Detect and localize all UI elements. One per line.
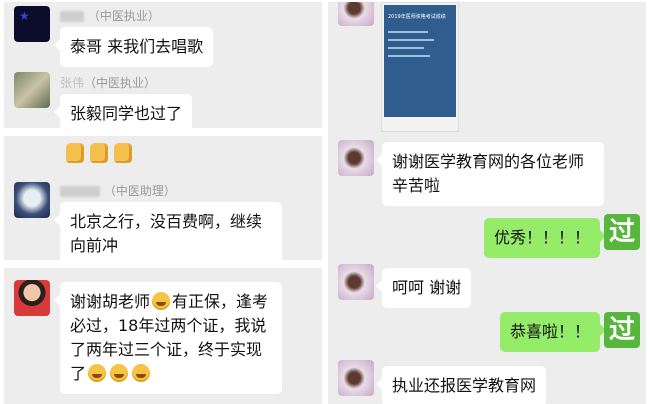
thumbs-up-icon bbox=[114, 143, 132, 163]
message-bubble[interactable]: 泰哥 来我们去唱歌 bbox=[53, 27, 214, 67]
avatar[interactable] bbox=[338, 2, 374, 26]
avatar[interactable] bbox=[14, 280, 50, 316]
chat-panel-2: （中医助理） 北京之行，没百费啊，继续向前冲 bbox=[4, 136, 322, 260]
avatar[interactable] bbox=[338, 140, 374, 176]
message-bubble[interactable]: 北京之行，没百费啊，继续向前冲 bbox=[54, 202, 282, 260]
avatar[interactable] bbox=[338, 360, 374, 396]
chat-panel-1: ★ （中医执业） 泰哥 来我们去唱歌 张伟（中医执业） 张毅同学也过了 bbox=[4, 2, 322, 128]
sender-name: 张伟（中医执业） bbox=[60, 76, 157, 90]
message-text: 谢谢胡老师 bbox=[70, 292, 151, 311]
sender-name: （中医执业） bbox=[60, 7, 160, 24]
avatar[interactable] bbox=[338, 264, 374, 300]
score-screenshot-image[interactable]: 2019年医师资格考试成绩 bbox=[381, 2, 459, 132]
thumbs-up-icon bbox=[66, 143, 84, 163]
star-icon: ★ bbox=[19, 9, 30, 23]
message-bubble[interactable]: 张毅同学也过了 bbox=[53, 94, 193, 128]
message-bubble[interactable]: 谢谢医学教育网的各位老师辛苦啦 bbox=[376, 142, 604, 206]
thumbs-up-row bbox=[66, 143, 138, 167]
chat-panel-3: 谢谢胡老师 有正保，逢考必过，18年过两个证，我说了两年过三个证，终于实现了 bbox=[4, 268, 322, 404]
grin-emoji-icon bbox=[88, 364, 107, 382]
avatar[interactable] bbox=[14, 182, 50, 218]
thumbs-up-icon bbox=[90, 143, 108, 163]
guo-sticker-icon[interactable]: 过 bbox=[604, 312, 640, 348]
chat-panel-right: 2019年医师资格考试成绩 谢谢医学教育网的各位老师辛苦啦 优秀！！！！ 过 呵… bbox=[328, 2, 646, 404]
avatar[interactable]: ★ bbox=[14, 6, 50, 42]
message-bubble[interactable]: 呵呵 谢谢 bbox=[375, 268, 472, 308]
avatar[interactable] bbox=[14, 72, 50, 108]
grin-emoji-icon bbox=[132, 364, 151, 382]
guo-sticker-icon[interactable]: 过 bbox=[604, 214, 640, 250]
smile-emoji-icon bbox=[152, 292, 171, 310]
message-bubble[interactable]: 执业还报医学教育网 bbox=[375, 366, 547, 404]
message-bubble[interactable]: 优秀！！！！ bbox=[483, 218, 607, 258]
sender-name: （中医助理） bbox=[60, 182, 176, 199]
message-bubble[interactable]: 谢谢胡老师 有正保，逢考必过，18年过两个证，我说了两年过三个证，终于实现了 bbox=[54, 282, 282, 394]
message-bubble[interactable]: 恭喜啦！！ bbox=[499, 312, 607, 352]
score-card-title: 2019年医师资格考试成绩 bbox=[388, 14, 446, 20]
grin-emoji-icon bbox=[110, 364, 129, 382]
